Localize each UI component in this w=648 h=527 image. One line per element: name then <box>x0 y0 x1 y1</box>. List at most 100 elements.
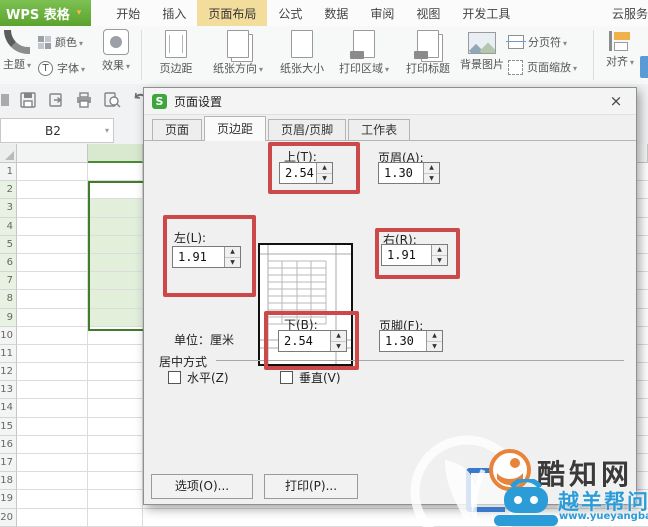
row-header-8[interactable]: 8 <box>0 290 17 309</box>
cell-B15[interactable] <box>88 417 143 436</box>
cell-B3[interactable] <box>88 199 143 218</box>
print-button[interactable]: 打印(P)... <box>264 474 358 499</box>
cell-B4[interactable] <box>88 217 143 236</box>
header-margin-spinner[interactable]: 1.30 ▲ ▼ <box>378 162 440 184</box>
align-button[interactable]: 对齐 ▾ <box>600 31 640 69</box>
dialog-title-bar[interactable]: S 页面设置 × <box>144 88 636 115</box>
row-header-12[interactable]: 12 <box>0 363 17 382</box>
footer-margin-spinner[interactable]: 1.30 ▲ ▼ <box>379 330 443 352</box>
column-header-a[interactable] <box>17 144 88 163</box>
checkbox-box[interactable] <box>280 371 293 384</box>
cell-A14[interactable] <box>17 399 88 418</box>
orientation-button[interactable]: 纸张方向 ▾ <box>206 30 270 76</box>
effects-button[interactable]: 效果 ▾ <box>96 29 136 73</box>
name-box[interactable]: B2 ▾ <box>0 118 114 143</box>
cell-A2[interactable] <box>17 181 88 200</box>
cell-B1[interactable] <box>88 163 143 182</box>
cell-B7[interactable] <box>88 272 143 291</box>
page-scale-button[interactable]: 页面缩放 ▾ <box>508 59 577 75</box>
row-header-14[interactable]: 14 <box>0 399 17 418</box>
cell-B9[interactable] <box>88 308 143 327</box>
row-header-15[interactable]: 15 <box>0 417 17 436</box>
row-header-1[interactable]: 1 <box>0 163 17 182</box>
menu-icon[interactable] <box>0 90 10 110</box>
cell-B6[interactable] <box>88 253 143 273</box>
row-header-10[interactable]: 10 <box>0 326 17 345</box>
row-header-19[interactable]: 19 <box>0 490 17 509</box>
menu-item-1[interactable]: 插入 <box>151 0 197 26</box>
row-header-11[interactable]: 11 <box>0 344 17 364</box>
cell-A4[interactable] <box>17 217 88 236</box>
checkbox-box[interactable] <box>168 371 181 384</box>
column-header-b[interactable] <box>88 144 143 163</box>
cell-A3[interactable] <box>17 199 88 218</box>
cell-A1[interactable] <box>17 163 88 182</box>
cell-B19[interactable] <box>88 490 143 509</box>
dialog-tab-3[interactable]: 工作表 <box>348 119 411 141</box>
app-logo[interactable]: WPS 表格 ▾ <box>0 0 92 26</box>
row-header-7[interactable]: 7 <box>0 272 17 291</box>
row-header-17[interactable]: 17 <box>0 454 17 473</box>
cell-A5[interactable] <box>17 235 88 254</box>
cell-B5[interactable] <box>88 235 143 254</box>
select-all-corner[interactable] <box>0 144 17 163</box>
cell-B10[interactable] <box>88 326 143 345</box>
menu-item-2[interactable]: 页面布局 <box>197 0 268 26</box>
cell-B8[interactable] <box>88 290 143 309</box>
options-button[interactable]: 选项(O)... <box>151 474 253 499</box>
menu-item-4[interactable]: 数据 <box>313 0 359 26</box>
export-icon[interactable] <box>46 90 66 110</box>
print-titles-button[interactable]: 打印标题 <box>398 30 458 76</box>
row-header-3[interactable]: 3 <box>0 199 17 218</box>
row-header-5[interactable]: 5 <box>0 235 17 254</box>
cell-B18[interactable] <box>88 472 143 491</box>
page-break-button[interactable]: 分页符 ▾ <box>506 34 567 50</box>
save-icon[interactable] <box>18 90 38 110</box>
print-icon[interactable] <box>74 90 94 110</box>
cell-B14[interactable] <box>88 399 143 418</box>
paper-size-button[interactable]: 纸张大小 <box>272 30 332 76</box>
menu-item-8[interactable]: 云服务 <box>601 0 648 26</box>
fonts-button[interactable]: T 字体 ▾ <box>38 60 85 76</box>
colors-button[interactable]: 颜色 ▾ <box>38 34 83 50</box>
spin-buttons[interactable]: ▲ ▼ <box>431 245 447 265</box>
spin-buttons[interactable]: ▲ ▼ <box>426 331 442 351</box>
background-button[interactable]: 背景图片 <box>452 32 512 72</box>
row-header-4[interactable]: 4 <box>0 217 17 236</box>
menu-item-5[interactable]: 审阅 <box>359 0 405 26</box>
cell-B16[interactable] <box>88 435 143 454</box>
row-header-2[interactable]: 2 <box>0 181 17 200</box>
cell-B17[interactable] <box>88 454 143 473</box>
row-header-9[interactable]: 9 <box>0 308 17 327</box>
row-header-6[interactable]: 6 <box>0 253 17 273</box>
spin-buttons[interactable]: ▲ ▼ <box>316 163 332 183</box>
print-area-button[interactable]: 打印区域 ▾ <box>332 30 396 76</box>
left-margin-spinner[interactable]: 1.91 ▲ ▼ <box>172 246 241 268</box>
dialog-tab-2[interactable]: 页眉/页脚 <box>268 119 347 141</box>
close-icon[interactable]: × <box>606 91 626 111</box>
row-header-13[interactable]: 13 <box>0 381 17 400</box>
cell-B20[interactable] <box>88 508 143 527</box>
cell-A19[interactable] <box>17 490 88 509</box>
top-margin-spinner[interactable]: 2.54 ▲ ▼ <box>279 162 333 184</box>
cell-A13[interactable] <box>17 381 88 400</box>
row-header-18[interactable]: 18 <box>0 472 17 491</box>
spin-buttons[interactable]: ▲ ▼ <box>330 331 346 351</box>
cell-A17[interactable] <box>17 454 88 473</box>
menu-item-7[interactable]: 开发工具 <box>451 0 521 26</box>
cell-A18[interactable] <box>17 472 88 491</box>
theme-button[interactable]: 主题 ▾ <box>0 30 34 72</box>
margins-button[interactable]: 页边距 <box>148 30 204 76</box>
cell-A20[interactable] <box>17 508 88 527</box>
cell-A12[interactable] <box>17 363 88 382</box>
right-margin-spinner[interactable]: 1.91 ▲ ▼ <box>381 244 448 266</box>
cell-B12[interactable] <box>88 363 143 382</box>
print-preview-icon[interactable] <box>102 90 122 110</box>
horizontal-checkbox[interactable]: 水平(Z) <box>168 369 229 386</box>
spin-buttons[interactable]: ▲ ▼ <box>423 163 439 183</box>
cell-A9[interactable] <box>17 308 88 327</box>
spin-buttons[interactable]: ▲ ▼ <box>224 247 240 267</box>
menu-item-0[interactable]: 开始 <box>105 0 151 26</box>
cell-B13[interactable] <box>88 381 143 400</box>
cell-A11[interactable] <box>17 344 88 364</box>
